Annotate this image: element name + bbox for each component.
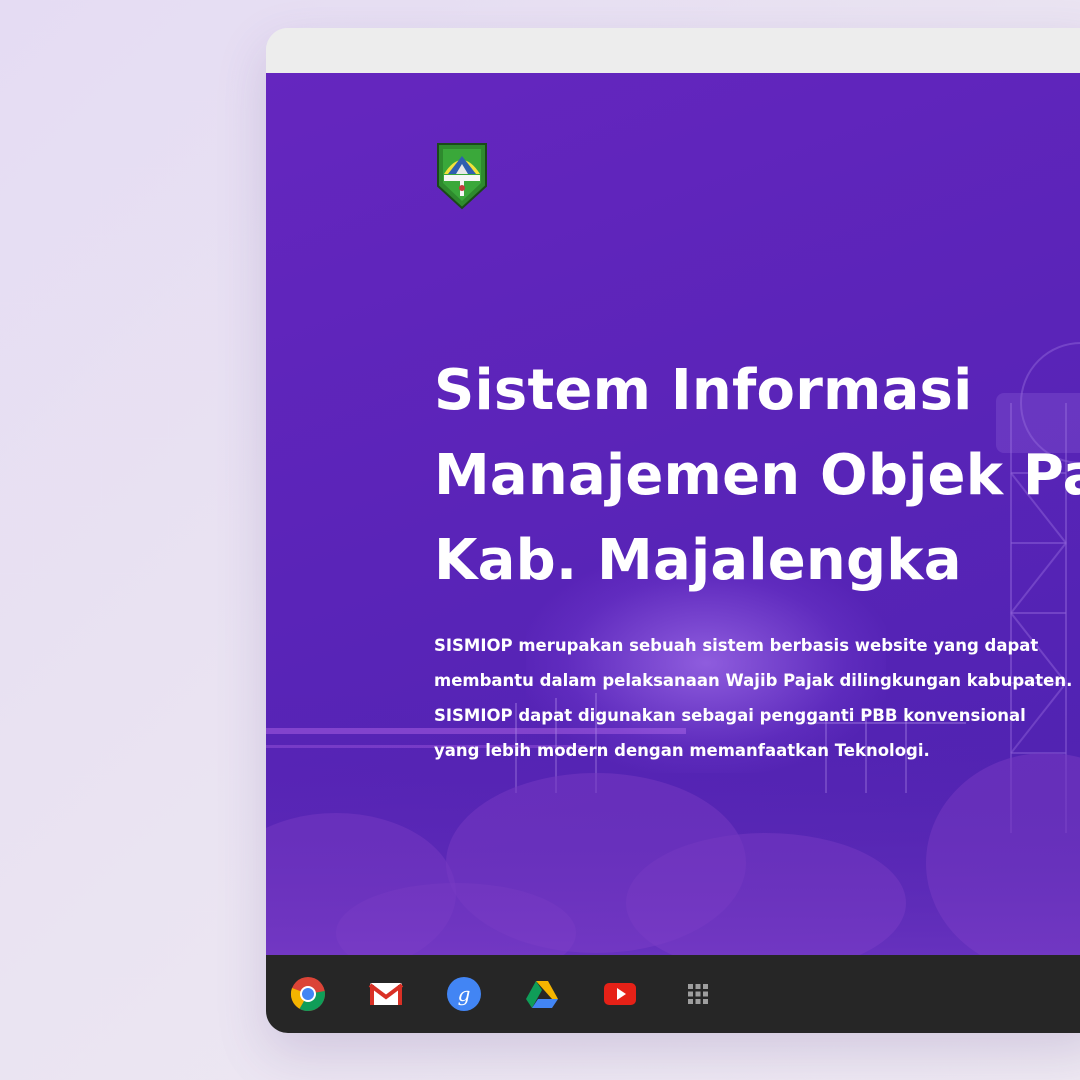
hero-description-line: SISMIOP dapat digunakan sebagai penggant… xyxy=(434,706,1026,725)
youtube-icon[interactable] xyxy=(602,976,638,1012)
google-search-icon[interactable]: g xyxy=(446,976,482,1012)
gmail-icon[interactable] xyxy=(368,976,404,1012)
hero-title-line: Manajemen Objek Pajak xyxy=(434,443,1080,508)
hero-description: SISMIOP merupakan sebuah sistem berbasis… xyxy=(434,628,1080,768)
hero-title: Sistem Informasi Manajemen Objek Pajak K… xyxy=(434,348,1080,603)
os-shelf: g xyxy=(266,955,1080,1033)
drive-icon[interactable] xyxy=(524,976,560,1012)
browser-window: Sistem Informasi Manajemen Objek Pajak K… xyxy=(266,28,1080,1033)
app-launcher-icon[interactable] xyxy=(680,976,716,1012)
chrome-icon[interactable] xyxy=(290,976,326,1012)
majalengka-emblem-logo[interactable] xyxy=(434,138,490,210)
hero-title-line: Kab. Majalengka xyxy=(434,528,962,593)
hero-description-line: yang lebih modern dengan memanfaatkan Te… xyxy=(434,741,930,760)
web-page: Sistem Informasi Manajemen Objek Pajak K… xyxy=(266,73,1080,955)
hero-description-line: SISMIOP merupakan sebuah sistem berbasis… xyxy=(434,636,1039,655)
hero-description-line: membantu dalam pelaksanaan Wajib Pajak d… xyxy=(434,671,1073,690)
svg-text:g: g xyxy=(458,982,471,1006)
hero-title-line: Sistem Informasi xyxy=(434,358,973,423)
window-titlebar xyxy=(266,28,1080,73)
